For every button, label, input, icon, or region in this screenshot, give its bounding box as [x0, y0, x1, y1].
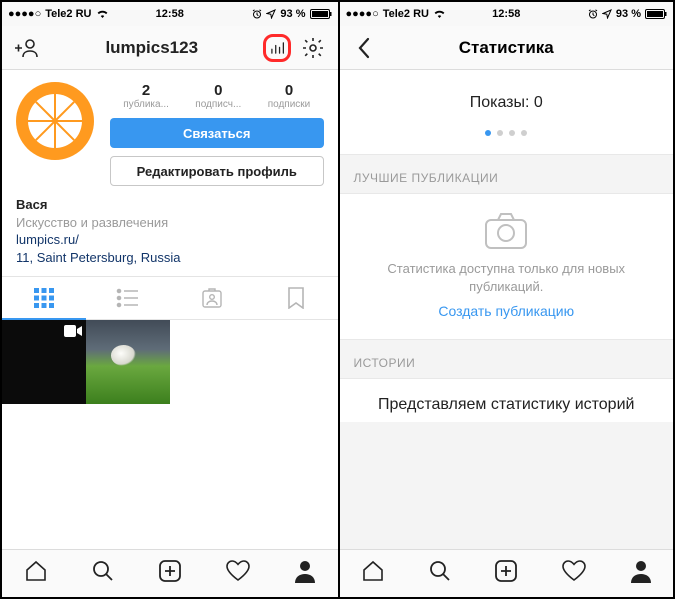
- plus-square-icon: [494, 559, 518, 583]
- stat-followers[interactable]: 0подписч...: [195, 82, 241, 110]
- discover-people-button[interactable]: [12, 34, 40, 62]
- best-posts-note: Статистика доступна только для новых пуб…: [360, 260, 654, 295]
- status-bar: ●●●●○ Tele2 RU 12:58 93 %: [340, 2, 674, 26]
- tab-create[interactable]: [494, 559, 518, 588]
- person-filled-icon: [294, 559, 316, 583]
- grid-icon: [33, 287, 55, 309]
- alarm-icon: [588, 9, 598, 19]
- stories-intro-card: Представляем статистику историй: [340, 378, 674, 422]
- stats-navbar: Статистика: [340, 26, 674, 70]
- home-icon: [361, 559, 385, 583]
- list-icon: [116, 287, 140, 309]
- bar-chart-icon: [270, 38, 284, 58]
- tab-list[interactable]: [86, 277, 170, 319]
- plus-square-icon: [158, 559, 182, 583]
- profile-header: 2публика... 0подписч... 0подписки Связат…: [2, 70, 338, 192]
- best-posts-card: Статистика доступна только для новых пуб…: [340, 193, 674, 340]
- stories-headline: Представляем статистику историй: [360, 395, 654, 416]
- signal-dots-icon: ●●●●○: [346, 8, 379, 20]
- post-thumbnail[interactable]: [2, 320, 86, 404]
- tab-create[interactable]: [158, 559, 182, 588]
- clock-label: 12:58: [156, 8, 184, 20]
- media-grid[interactable]: [2, 320, 338, 549]
- bottom-tabbar: [2, 549, 338, 597]
- tab-profile[interactable]: [630, 559, 652, 588]
- category-label: Искусство и развлечения: [16, 214, 324, 232]
- tagged-icon: [201, 287, 223, 309]
- post-thumbnail[interactable]: [86, 320, 170, 404]
- section-header-stories: ИСТОРИИ: [340, 340, 674, 378]
- status-bar: ●●●●○ Tele2 RU 12:58 93 %: [2, 2, 338, 26]
- tab-activity[interactable]: [561, 559, 587, 588]
- tab-search[interactable]: [91, 559, 115, 588]
- address-link[interactable]: 11, Saint Petersburg, Russia: [16, 249, 324, 267]
- bio-block: Вася Искусство и развлечения lumpics.ru/…: [2, 192, 338, 276]
- heart-icon: [561, 559, 587, 583]
- location-icon: [266, 9, 276, 19]
- gear-icon: [301, 36, 325, 60]
- carrier-label: Tele2 RU: [383, 8, 429, 20]
- settings-button[interactable]: [299, 34, 327, 62]
- contact-button[interactable]: Связаться: [110, 118, 324, 148]
- statistics-screen: ●●●●○ Tele2 RU 12:58 93 % Статистика: [338, 2, 674, 597]
- username-title[interactable]: lumpics123: [105, 38, 198, 58]
- page-indicator: [350, 130, 664, 136]
- signal-dots-icon: ●●●●○: [8, 8, 41, 20]
- carrier-label: Tele2 RU: [45, 8, 91, 20]
- bookmark-icon: [287, 287, 305, 309]
- display-name: Вася: [16, 196, 324, 214]
- search-icon: [428, 559, 452, 583]
- impressions-metric: Показы: 0: [350, 94, 664, 112]
- tab-home[interactable]: [24, 559, 48, 588]
- back-button[interactable]: [350, 34, 378, 62]
- home-icon: [24, 559, 48, 583]
- video-badge-icon: [64, 324, 82, 343]
- tab-activity[interactable]: [225, 559, 251, 588]
- person-filled-icon: [630, 559, 652, 583]
- wifi-icon: [433, 9, 446, 19]
- tab-search[interactable]: [428, 559, 452, 588]
- clock-label: 12:58: [492, 8, 520, 20]
- battery-icon: [310, 9, 332, 19]
- tab-profile[interactable]: [294, 559, 316, 588]
- chevron-left-icon: [357, 37, 371, 59]
- camera-icon: [360, 212, 654, 250]
- location-icon: [602, 9, 612, 19]
- profile-tabs: [2, 276, 338, 320]
- stat-posts[interactable]: 2публика...: [123, 82, 169, 110]
- wifi-icon: [96, 9, 109, 19]
- page-title: Статистика: [459, 38, 554, 58]
- battery-icon: [645, 9, 667, 19]
- heart-icon: [225, 559, 251, 583]
- stat-following[interactable]: 0подписки: [268, 82, 311, 110]
- edit-profile-button[interactable]: Редактировать профиль: [110, 156, 324, 186]
- tab-tagged[interactable]: [170, 277, 254, 319]
- section-header-best: ЛУЧШИЕ ПУБЛИКАЦИИ: [340, 155, 674, 193]
- tab-saved[interactable]: [254, 277, 338, 319]
- website-link[interactable]: lumpics.ru/: [16, 231, 324, 249]
- impressions-card[interactable]: Показы: 0: [340, 70, 674, 155]
- avatar[interactable]: [16, 82, 94, 160]
- profile-navbar: lumpics123: [2, 26, 338, 70]
- search-icon: [91, 559, 115, 583]
- bottom-tabbar: [340, 549, 674, 597]
- insights-button[interactable]: [263, 34, 291, 62]
- alarm-icon: [252, 9, 262, 19]
- battery-pct-label: 93 %: [280, 8, 305, 20]
- create-post-link[interactable]: Создать публикацию: [360, 303, 654, 319]
- battery-pct-label: 93 %: [616, 8, 641, 20]
- tab-home[interactable]: [361, 559, 385, 588]
- profile-screen: ●●●●○ Tele2 RU 12:58 93 % lumpics123: [2, 2, 338, 597]
- profile-stats: 2публика... 0подписч... 0подписки: [110, 82, 324, 110]
- tab-grid[interactable]: [2, 277, 86, 319]
